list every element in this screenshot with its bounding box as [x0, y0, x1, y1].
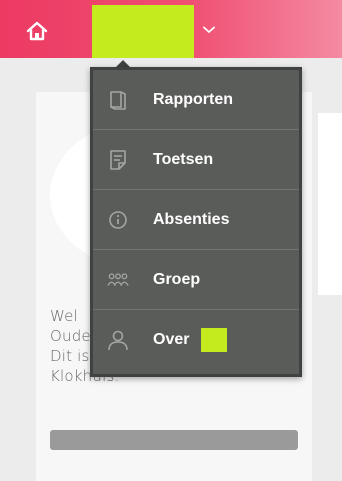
test-icon: [107, 149, 129, 171]
menu-item-over[interactable]: Over: [93, 310, 299, 370]
side-card: [318, 113, 342, 295]
menu-item-rapporten[interactable]: Rapporten: [93, 70, 299, 130]
menu-item-groep[interactable]: Groep: [93, 250, 299, 310]
dashboard-action-button[interactable]: [50, 430, 298, 450]
user-icon: [107, 329, 129, 351]
menu-item-label: Over: [153, 331, 190, 348]
top-navigation-bar: [0, 0, 342, 58]
chevron-down-icon: [203, 26, 215, 33]
menu-item-label: Toetsen: [153, 150, 214, 168]
menu-item-label: Absenties: [153, 210, 230, 228]
menu-item-toetsen[interactable]: Toetsen: [93, 130, 299, 190]
user-dropdown-menu: Rapporten Toetsen Absenties Groep Over: [90, 67, 302, 377]
info-icon: [107, 209, 129, 231]
username-redacted[interactable]: [92, 5, 194, 58]
menu-item-absenties[interactable]: Absenties: [93, 190, 299, 250]
name-redacted: [201, 328, 227, 352]
menu-item-label: Groep: [153, 270, 201, 288]
menu-item-label: Rapporten: [153, 90, 233, 108]
report-icon: [107, 89, 129, 111]
group-icon: [107, 269, 129, 291]
home-button[interactable]: [24, 18, 50, 44]
home-icon: [26, 21, 48, 41]
user-menu-toggle[interactable]: [199, 20, 219, 40]
